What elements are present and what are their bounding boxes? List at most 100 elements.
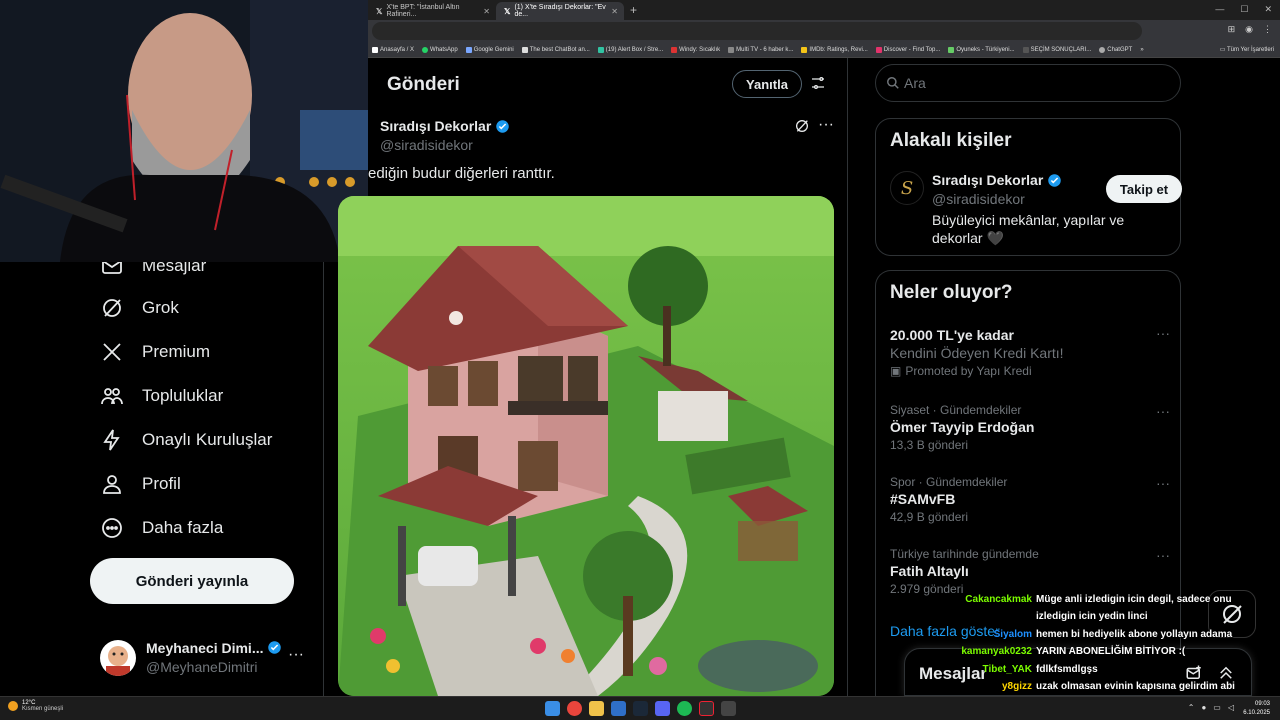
trend-item[interactable]: Türkiye tarihinde gündemde Fatih Altaylı… (890, 547, 1170, 596)
network-icon[interactable]: ▭ (1213, 703, 1221, 712)
close-tab-icon[interactable]: ✕ (611, 7, 618, 16)
minimize-icon[interactable]: — (1215, 4, 1224, 15)
communities-icon (101, 388, 123, 405)
verified-badge-icon (496, 119, 510, 133)
bookmark-item[interactable]: Anasayfa / X (372, 46, 414, 53)
browser-tab-active[interactable]: 𝕏 (1) X'te Sıradışı Dekorlar: "Ev de... … (496, 2, 624, 20)
bookmark-item[interactable]: The best ChatBot an... (521, 46, 590, 53)
avatar (100, 640, 136, 676)
close-window-icon[interactable]: ✕ (1264, 4, 1272, 15)
search-input[interactable] (904, 73, 1164, 93)
post-author-handle[interactable]: @siradisidekor (380, 137, 473, 153)
chat-username: Cakancakmak (965, 594, 1032, 605)
x-logo-icon (103, 343, 121, 361)
clock[interactable]: 09:03 6.10.2025 (1243, 700, 1270, 718)
follow-button[interactable]: Takip et (1106, 175, 1182, 203)
chat-message: hemen bi hediyelik abone yollayın adama (1036, 628, 1233, 640)
mic-icon[interactable]: ● (1201, 703, 1206, 712)
bookmark-item[interactable]: Discover - Find Top... (875, 46, 940, 53)
account-more-icon[interactable]: ··· (288, 646, 304, 664)
grok-icon[interactable] (794, 118, 810, 134)
x-favicon-icon: 𝕏 (376, 6, 383, 16)
chevron-up-icon[interactable]: ⌃ (1188, 703, 1195, 712)
main-header: Gönderi Yanıtla (324, 58, 847, 110)
maximize-icon[interactable]: ☐ (1240, 4, 1248, 15)
nav-verified-orgs[interactable]: Onaylı Kuruluşlar (100, 428, 272, 452)
obs-icon[interactable] (721, 701, 736, 716)
steam-icon[interactable] (633, 701, 648, 716)
trend-meta: Spor · Gündemdekiler (890, 475, 1008, 489)
trend-more-icon[interactable]: ··· (1156, 325, 1170, 341)
trend-item[interactable]: Spor · Gündemdekiler #SAMvFB 42,9 B gönd… (890, 475, 1170, 524)
related-handle[interactable]: @siradisidekor (932, 191, 1025, 207)
weather-desc: Kısmen güneşli (22, 706, 64, 712)
account-name: Meyhaneci Dimi... (146, 640, 282, 656)
bookmarks-overflow[interactable]: » (1140, 47, 1143, 53)
new-tab-button[interactable]: + (630, 3, 637, 17)
nav-premium[interactable]: Premium (100, 340, 210, 364)
nav-communities[interactable]: Topluluklar (100, 384, 223, 408)
post-image[interactable] (338, 196, 834, 696)
related-bio: Büyüleyici mekânlar, yapılar ve dekorlar… (932, 212, 1125, 246)
bookmark-item[interactable]: Multi TV - 6 haber k... (728, 46, 793, 53)
reply-button[interactable]: Yanıtla (732, 70, 802, 98)
browser-tab[interactable]: 𝕏 X'te BPT: "İstanbul Altın Rafineri... … (368, 2, 496, 20)
oyuneks-icon (948, 46, 955, 53)
bookmark-item[interactable]: Google Gemini (465, 46, 514, 53)
related-name[interactable]: Sıradışı Dekorlar (932, 172, 1062, 188)
windows-taskbar: 12°C Kısmen güneşli ⌃ ● ▭ ◁ 09:03 6.10.2… (0, 696, 1280, 720)
window-controls: — ☐ ✕ (1215, 4, 1272, 15)
all-bookmarks[interactable]: ▭ Tüm Yer İşaretleri (1220, 46, 1274, 53)
bookmark-item[interactable]: Windy: Sıcaklık (671, 46, 720, 53)
chat-username: kamanyak0232 (961, 646, 1032, 658)
trend-item[interactable]: 20.000 TL'ye kadar Kendini Ödeyen Kredi … (890, 325, 1170, 378)
kick-app-icon[interactable] (699, 701, 714, 716)
post-more-icon[interactable]: ··· (818, 116, 834, 134)
promoted-label: ▣ Promoted by Yapı Kredi (890, 364, 1032, 378)
edge-icon[interactable] (611, 701, 626, 716)
related-avatar[interactable]: S (890, 171, 924, 205)
close-tab-icon[interactable]: ✕ (483, 7, 490, 16)
clock-time: 09:03 (1254, 701, 1270, 707)
nav-profile[interactable]: Profil (100, 472, 181, 496)
start-icon[interactable] (545, 701, 560, 716)
imdb-icon (801, 46, 808, 53)
extensions-icon[interactable]: ⊞ (1228, 24, 1236, 35)
search-box[interactable] (875, 64, 1181, 102)
file-explorer-icon[interactable] (589, 701, 604, 716)
trend-count: 13,3 B gönderi (890, 438, 969, 452)
bookmark-item[interactable]: Oyuneks - Türkiyeni... (948, 46, 1015, 53)
nav-grok[interactable]: Grok (100, 296, 179, 320)
trend-more-icon[interactable]: ··· (1156, 475, 1170, 491)
browser-toolbar: ⊞ ◉ ⋮ (368, 20, 1280, 42)
weather-sun-icon (8, 701, 18, 711)
post-author-name[interactable]: Sıradışı Dekorlar (380, 118, 510, 134)
nav-more[interactable]: Daha fazla (100, 516, 223, 540)
trend-more-icon[interactable]: ··· (1156, 403, 1170, 419)
trend-item[interactable]: Siyaset · Gündemdekiler Ömer Tayyip Erdo… (890, 403, 1170, 452)
chat-line: Tibet_YAK fdlkfsmdlgşs (930, 664, 1270, 681)
bookmark-item[interactable]: WhatsApp (422, 46, 458, 53)
weather-widget[interactable]: 12°C Kısmen güneşli (8, 700, 63, 712)
discord-icon[interactable] (655, 701, 670, 716)
spotify-icon[interactable] (677, 701, 692, 716)
account-switcher[interactable]: Meyhaneci Dimi... @MeyhaneDimitri ··· (100, 634, 310, 684)
bookmark-item[interactable]: (19) Alert Box / Stre... (597, 46, 663, 53)
volume-icon[interactable]: ◁ (1228, 703, 1234, 712)
trend-meta: Türkiye tarihinde gündemde (890, 547, 1039, 561)
x-icon (372, 46, 378, 53)
filter-settings-icon[interactable] (810, 75, 826, 91)
system-tray: ⌃ ● ▭ ◁ (1188, 703, 1234, 712)
webcam-overlay (0, 0, 368, 262)
bookmark-item[interactable]: ChatGPT (1099, 46, 1132, 53)
bookmark-item[interactable]: IMDb: Ratings, Revi... (801, 46, 868, 53)
post-button[interactable]: Gönderi yayınla (90, 558, 294, 604)
profile-icon[interactable]: ◉ (1245, 24, 1253, 35)
menu-icon[interactable]: ⋮ (1263, 24, 1272, 35)
streamlabs-icon (597, 46, 604, 53)
address-bar[interactable] (372, 22, 1142, 40)
chrome-icon[interactable] (567, 701, 582, 716)
bookmark-item[interactable]: SEÇİM SONUÇLARI... (1022, 46, 1091, 53)
trend-more-icon[interactable]: ··· (1156, 547, 1170, 563)
chat-username: Siyalom (993, 628, 1032, 640)
